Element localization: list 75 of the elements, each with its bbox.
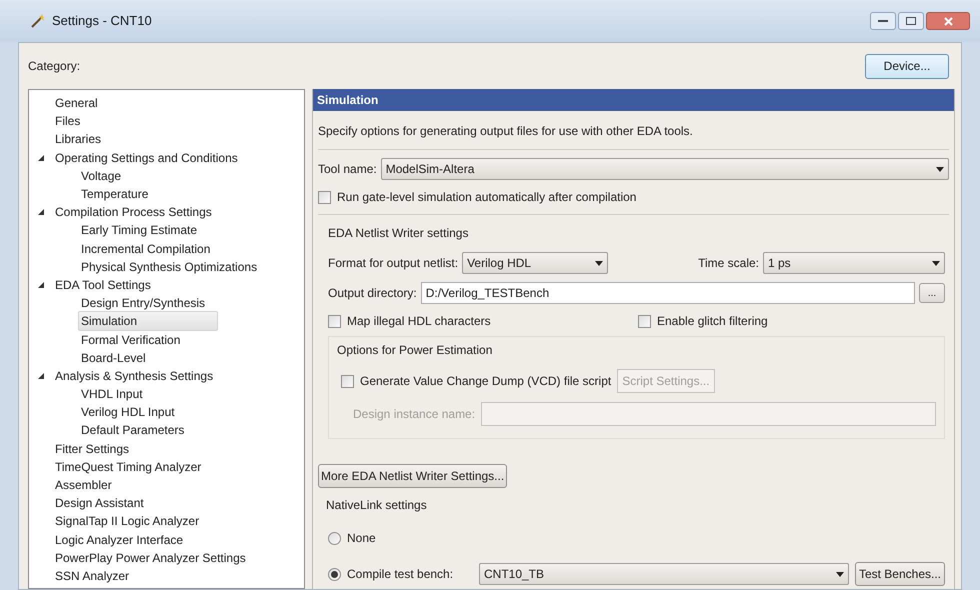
minimize-icon [878, 19, 888, 23]
checkbox-label: Enable glitch filtering [657, 313, 768, 330]
tree-item[interactable]: Voltage [81, 166, 122, 185]
tree-item[interactable]: EDA Tool Settings [55, 276, 151, 294]
tree-item[interactable]: Assembler [55, 476, 112, 494]
checkbox-label: Map illegal HDL characters [347, 313, 491, 330]
checkbox[interactable] [638, 314, 651, 328]
checkbox[interactable] [318, 190, 331, 204]
tree-item[interactable]: Temperature [81, 185, 148, 204]
tree-item[interactable]: SSN Analyzer [55, 566, 130, 585]
format-label: Format for output netlist: [328, 255, 458, 272]
maximize-button[interactable] [898, 12, 924, 30]
more-settings-button[interactable]: More EDA Netlist Writer Settings... [318, 464, 508, 488]
output-directory-label: Output directory: [328, 285, 417, 302]
tree-item[interactable]: Simulation [78, 311, 218, 332]
tree-item[interactable]: SignalTap II Logic Analyzer [55, 512, 200, 530]
close-button[interactable] [926, 12, 970, 30]
dropdown-arrow-icon [836, 572, 844, 576]
dropdown-arrow-icon [932, 260, 940, 266]
tree-item[interactable]: General [55, 94, 98, 112]
design-instance-label: Design instance name: [353, 406, 476, 423]
tree-item[interactable]: Fitter Settings [55, 440, 130, 458]
radio-label: Compile test bench: [347, 566, 454, 583]
radio-button[interactable] [328, 568, 341, 580]
test-bench-dropdown[interactable]: CNT10_TB [479, 563, 849, 585]
tree-item[interactable]: Design Entry/Synthesis [81, 294, 206, 312]
tree-item[interactable]: VHDL Input [81, 385, 143, 404]
expanded-arrow-icon[interactable] [37, 154, 45, 162]
description-text: Specify options for generating output files for use with other EDA tools. [318, 123, 694, 140]
output-directory-field[interactable]: D:/Verilog_TESTBench [420, 282, 915, 304]
tree-item[interactable]: Incremental Compilation [81, 240, 210, 258]
window-title: Settings - CNT10 [52, 12, 152, 30]
dropdown-arrow-icon [595, 260, 604, 266]
radio-button[interactable] [328, 532, 341, 544]
tool-name-dropdown[interactable]: ModelSim-Altera [380, 158, 949, 180]
checkbox[interactable] [328, 314, 341, 328]
tree-item[interactable]: PowerPlay Power Analyzer Settings [55, 548, 246, 567]
dropdown-arrow-icon [936, 166, 944, 172]
expanded-arrow-icon[interactable] [37, 208, 45, 216]
checkbox[interactable] [341, 374, 354, 388]
tree-item[interactable]: Early Timing Estimate [81, 221, 198, 240]
radio-label: None [347, 530, 377, 547]
tree-item[interactable]: Default Parameters [81, 421, 184, 440]
tree-item[interactable]: Logic Analyzer Interface [55, 530, 184, 549]
checkbox-label: Run gate-level simulation automatically after compilation [337, 189, 636, 206]
group-title: NativeLink settings [326, 497, 428, 514]
maximize-icon [906, 17, 916, 25]
tree-item[interactable]: Formal Verification [81, 330, 180, 349]
expanded-arrow-icon[interactable] [37, 280, 45, 289]
tree-item[interactable]: Physical Synthesis Optimizations [81, 258, 258, 276]
time-scale-dropdown[interactable]: 1 ps [763, 252, 945, 274]
tree-item[interactable]: Operating Settings and Conditions [55, 148, 238, 167]
tree-item[interactable]: Verilog HDL Input [81, 403, 175, 422]
tree-item[interactable]: Compilation Process Settings [55, 203, 212, 222]
panel-header: Simulation [313, 89, 954, 111]
tree-item[interactable]: Board-Level [81, 348, 146, 367]
expanded-arrow-icon[interactable] [37, 372, 45, 380]
browse-button[interactable]: ... [919, 283, 945, 303]
checkbox-label: Generate Value Change Dump (VCD) file script [360, 373, 612, 390]
tree-item[interactable]: Design Assistant [55, 494, 144, 512]
format-dropdown[interactable]: Verilog HDL [462, 252, 608, 274]
tree-item[interactable]: Files [55, 112, 80, 130]
tree-item[interactable]: Libraries [55, 130, 102, 148]
tree-item[interactable]: TimeQuest Timing Analyzer [55, 458, 202, 476]
minimize-button[interactable] [870, 12, 896, 30]
group-title: EDA Netlist Writer settings [328, 225, 470, 242]
group-title: Options for Power Estimation [337, 342, 494, 359]
wand-icon [30, 13, 46, 29]
tool-name-label: Tool name: [318, 161, 377, 178]
tree-item[interactable]: Analysis & Synthesis Settings [55, 366, 214, 385]
time-scale-label: Time scale: [698, 255, 759, 272]
device-button[interactable]: Device... [865, 54, 949, 78]
test-benches-button[interactable]: Test Benches... [854, 562, 945, 586]
close-icon [944, 16, 952, 26]
category-label: Category: [28, 58, 80, 75]
